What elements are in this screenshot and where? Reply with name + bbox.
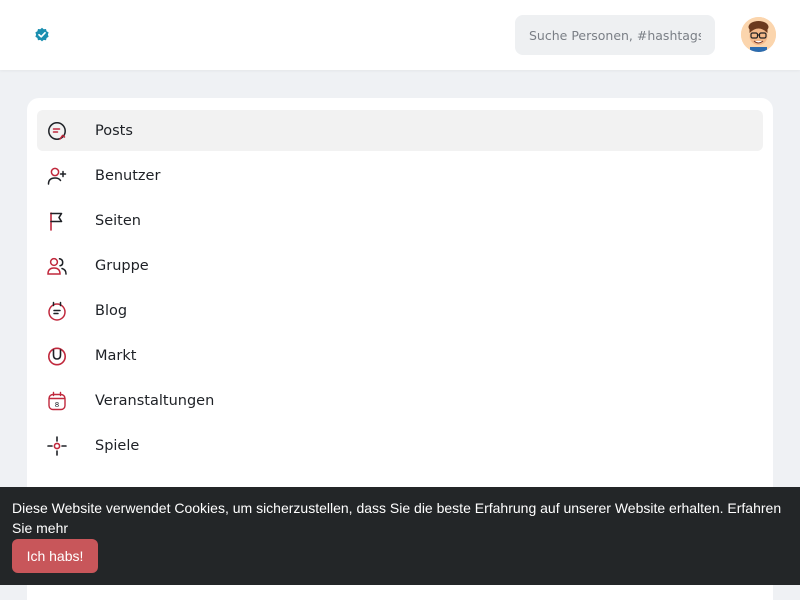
menu-item-label: Posts (95, 122, 133, 139)
menu-item-benutzer[interactable]: Benutzer (37, 155, 763, 196)
menu-item-label: Veranstaltungen (95, 392, 215, 409)
main-menu: Posts Benutzer Seiten Gruppe Blog Markt … (37, 110, 763, 470)
menu-item-posts[interactable]: Posts (37, 110, 763, 151)
menu-item-markt[interactable]: Markt (37, 335, 763, 376)
search-input[interactable] (515, 15, 715, 55)
verified-badge-icon[interactable] (34, 27, 50, 43)
menu-item-seiten[interactable]: Seiten (37, 200, 763, 241)
top-bar (0, 0, 800, 70)
menu-item-spiele[interactable]: Spiele (37, 425, 763, 466)
posts-icon (47, 121, 67, 141)
shopping-bag-icon (47, 346, 67, 366)
add-user-icon (47, 166, 67, 186)
memoji-avatar-icon (741, 17, 776, 52)
menu-item-blog[interactable]: Blog (37, 290, 763, 331)
menu-item-label: Gruppe (95, 257, 149, 274)
menu-item-label: Benutzer (95, 167, 161, 184)
cookie-accept-button[interactable]: Ich habs! (12, 539, 98, 573)
calendar-icon: 8 (47, 391, 67, 411)
cookie-banner: Diese Website verwendet Cookies, um sich… (0, 487, 800, 585)
crosshair-icon (47, 435, 67, 456)
menu-item-label: Markt (95, 347, 137, 364)
cookie-message: Diese Website verwendet Cookies, um sich… (12, 498, 792, 538)
group-icon (47, 256, 67, 276)
blog-icon (47, 301, 67, 321)
menu-item-label: Seiten (95, 212, 141, 229)
menu-item-label: Spiele (95, 437, 140, 454)
menu-item-veranstaltungen[interactable]: 8 Veranstaltungen (37, 380, 763, 421)
avatar[interactable] (741, 17, 776, 52)
menu-item-gruppe[interactable]: Gruppe (37, 245, 763, 286)
flag-icon (47, 211, 67, 231)
svg-text:8: 8 (55, 401, 59, 409)
cookie-text: Diese Website verwendet Cookies, um sich… (12, 500, 724, 516)
menu-item-label: Blog (95, 302, 128, 319)
